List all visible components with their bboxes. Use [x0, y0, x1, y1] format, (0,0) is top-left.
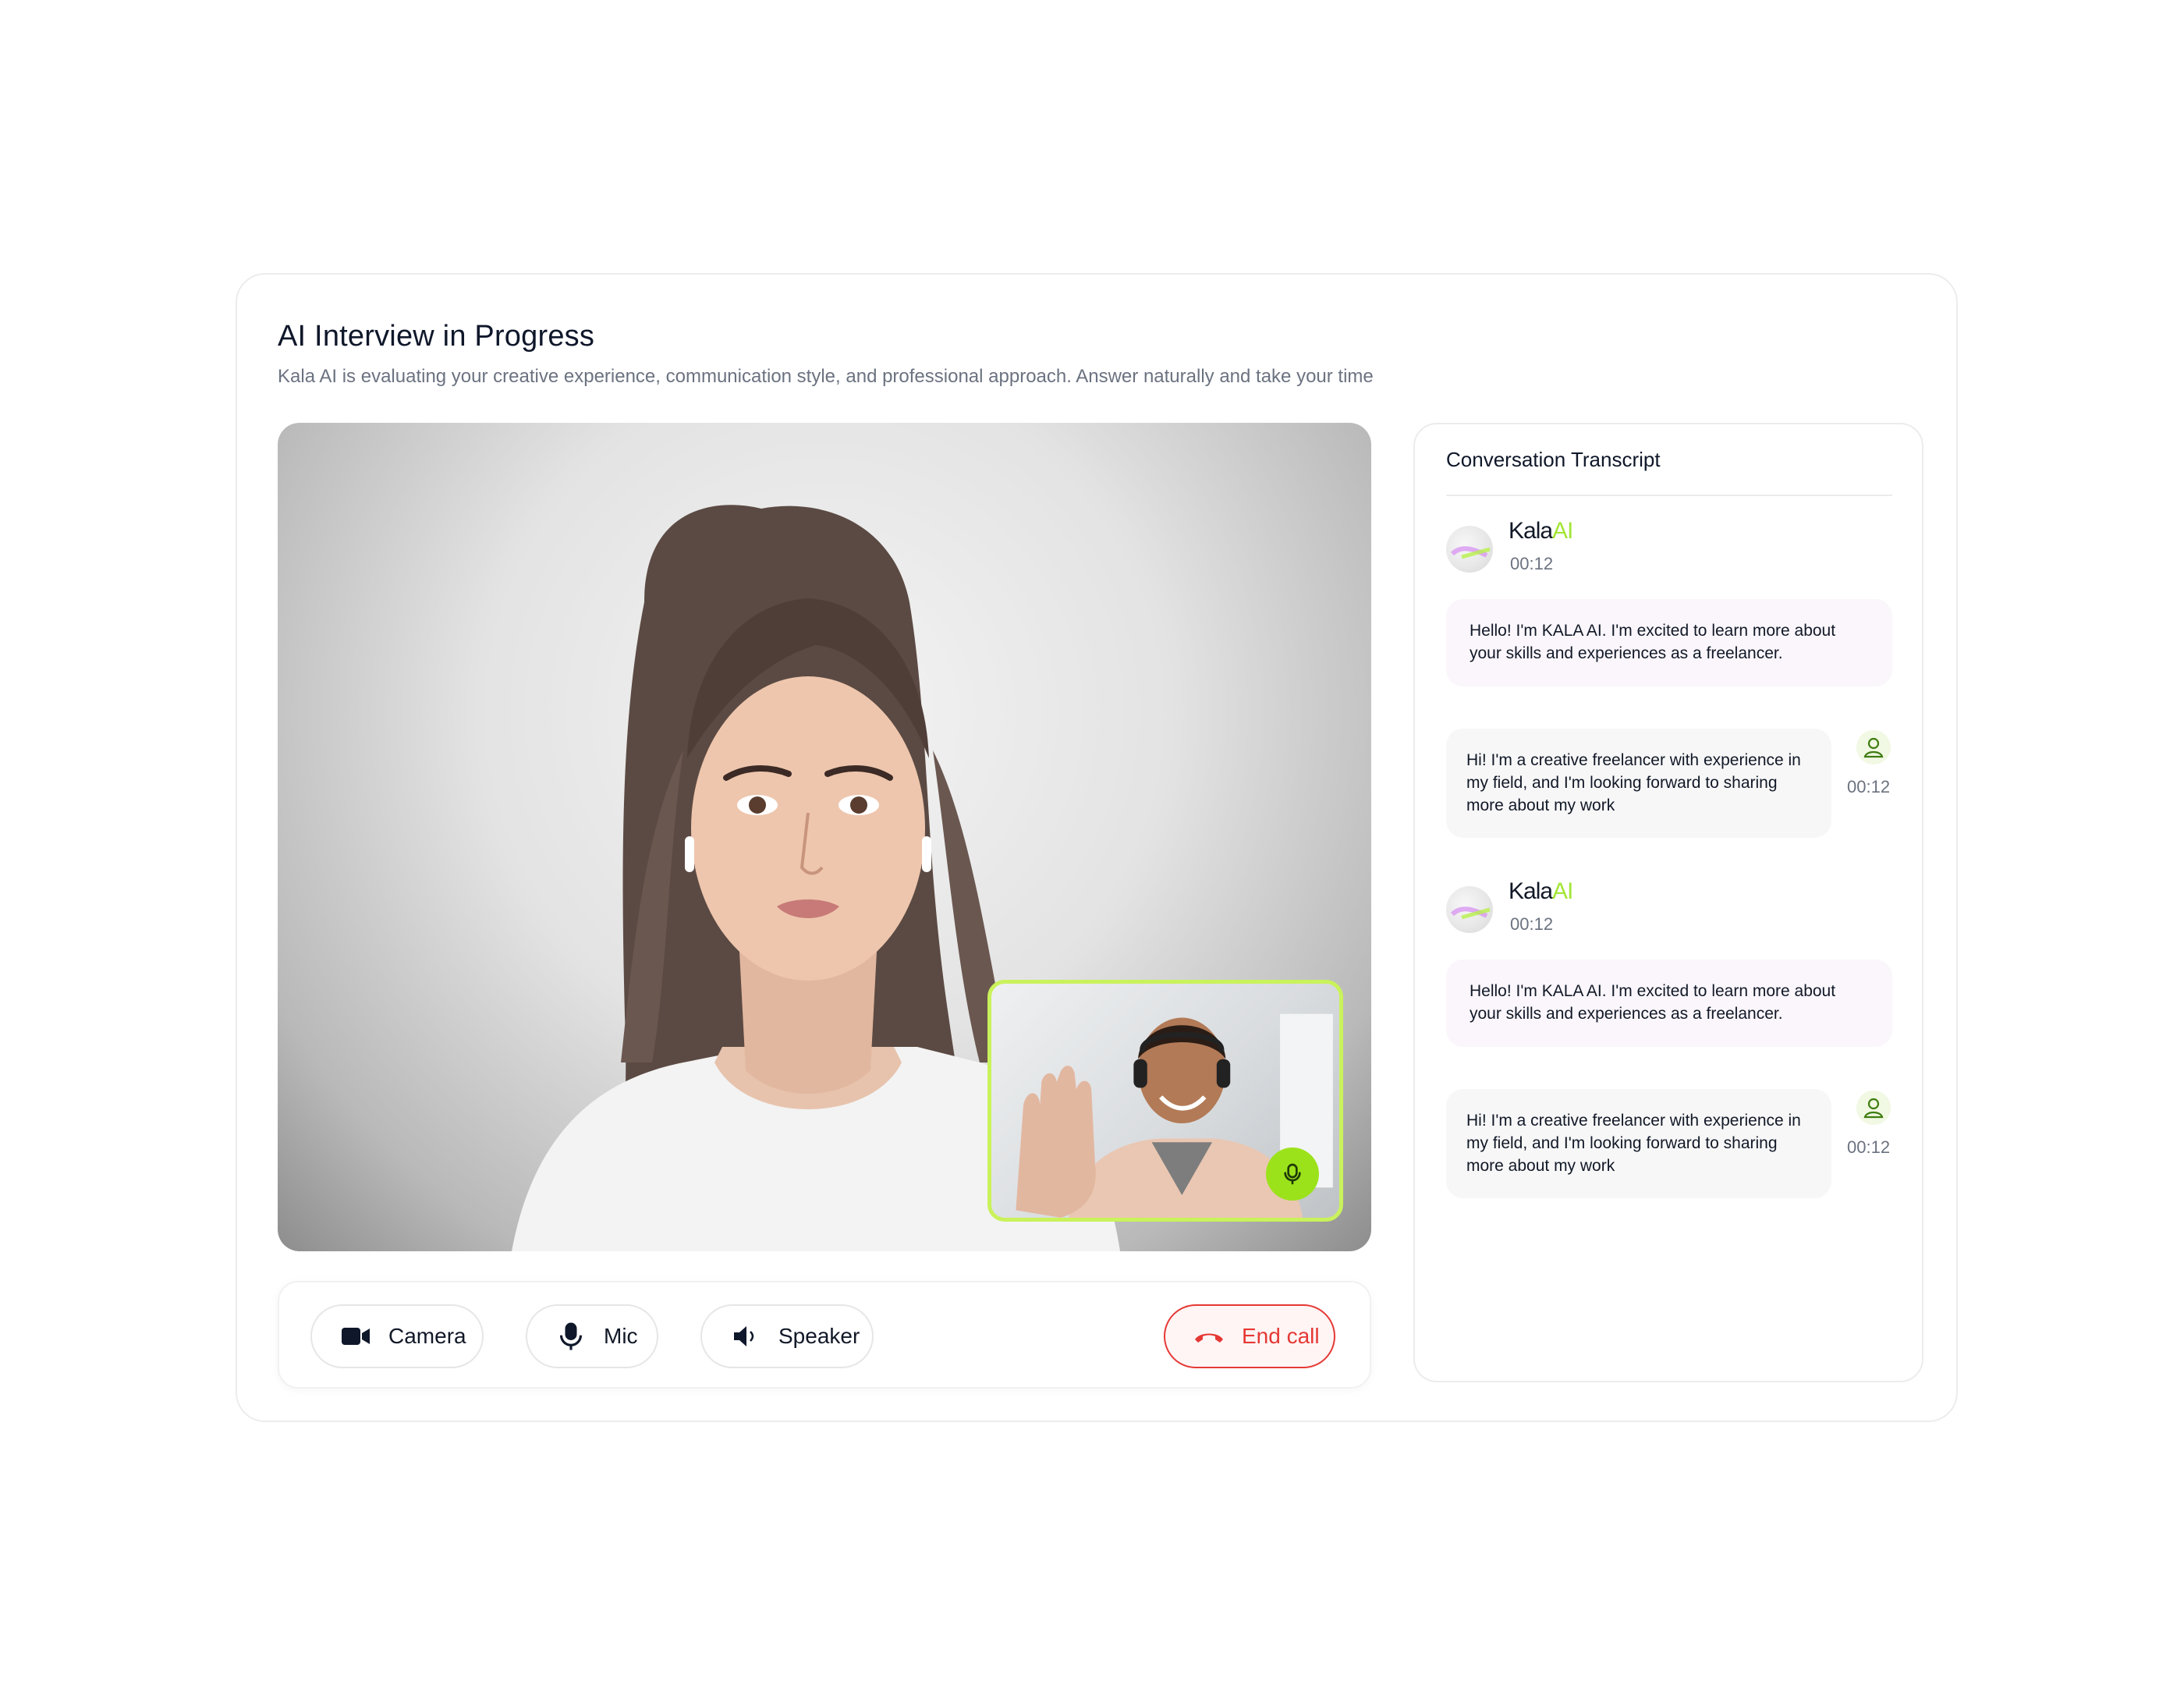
- ai-message-header: KalaAI 00:12: [1446, 518, 1680, 580]
- transcript-divider: [1446, 495, 1892, 496]
- kala-ai-avatar: [1446, 886, 1493, 933]
- camera-label: Camera: [388, 1324, 466, 1348]
- phone-hangup-icon: [1193, 1321, 1225, 1352]
- candidate-video: [987, 980, 1343, 1222]
- user-icon: [1856, 1091, 1891, 1125]
- speaker-label: Speaker: [778, 1324, 860, 1348]
- kala-ai-logo: KalaAI: [1509, 878, 1573, 904]
- ai-message-header: KalaAI 00:12: [1446, 878, 1680, 941]
- transcript-title: Conversation Transcript: [1446, 448, 1661, 471]
- kala-ai-avatar: [1446, 526, 1493, 573]
- interview-card: AI Interview in Progress Kala AI is eval…: [236, 273, 1958, 1422]
- message-time: 00:12: [1847, 777, 1891, 796]
- ai-message-bubble: Hello! I'm KALA AI. I'm excited to learn…: [1446, 960, 1892, 1047]
- message-time: 00:12: [1510, 554, 1554, 573]
- camera-button[interactable]: Camera: [310, 1304, 484, 1368]
- user-message-bubble: Hi! I'm a creative freelancer with exper…: [1446, 729, 1831, 838]
- call-controls: Camera Mic Speaker End call: [278, 1281, 1371, 1389]
- video-camera-icon: [340, 1321, 371, 1352]
- page-subtitle: Kala AI is evaluating your creative expe…: [278, 366, 1374, 387]
- interviewer-video: [278, 423, 1371, 1251]
- ai-message-bubble: Hello! I'm KALA AI. I'm excited to learn…: [1446, 599, 1892, 686]
- speaker-button[interactable]: Speaker: [700, 1304, 874, 1368]
- mic-button[interactable]: Mic: [526, 1304, 658, 1368]
- message-time: 00:12: [1510, 914, 1554, 934]
- microphone-icon: [555, 1321, 587, 1352]
- transcript-panel: Conversation Transcript KalaAI 00:12 Hel…: [1413, 423, 1923, 1382]
- user-icon: [1856, 730, 1891, 764]
- mic-label: Mic: [604, 1324, 638, 1348]
- end-call-label: End call: [1242, 1324, 1320, 1348]
- message-time: 00:12: [1847, 1137, 1891, 1157]
- kala-ai-logo: KalaAI: [1509, 518, 1573, 544]
- page-title: AI Interview in Progress: [278, 320, 595, 353]
- mic-icon[interactable]: [1266, 1148, 1319, 1201]
- user-message-bubble: Hi! I'm a creative freelancer with exper…: [1446, 1089, 1831, 1198]
- end-call-button[interactable]: End call: [1164, 1304, 1335, 1368]
- speaker-icon: [730, 1321, 761, 1352]
